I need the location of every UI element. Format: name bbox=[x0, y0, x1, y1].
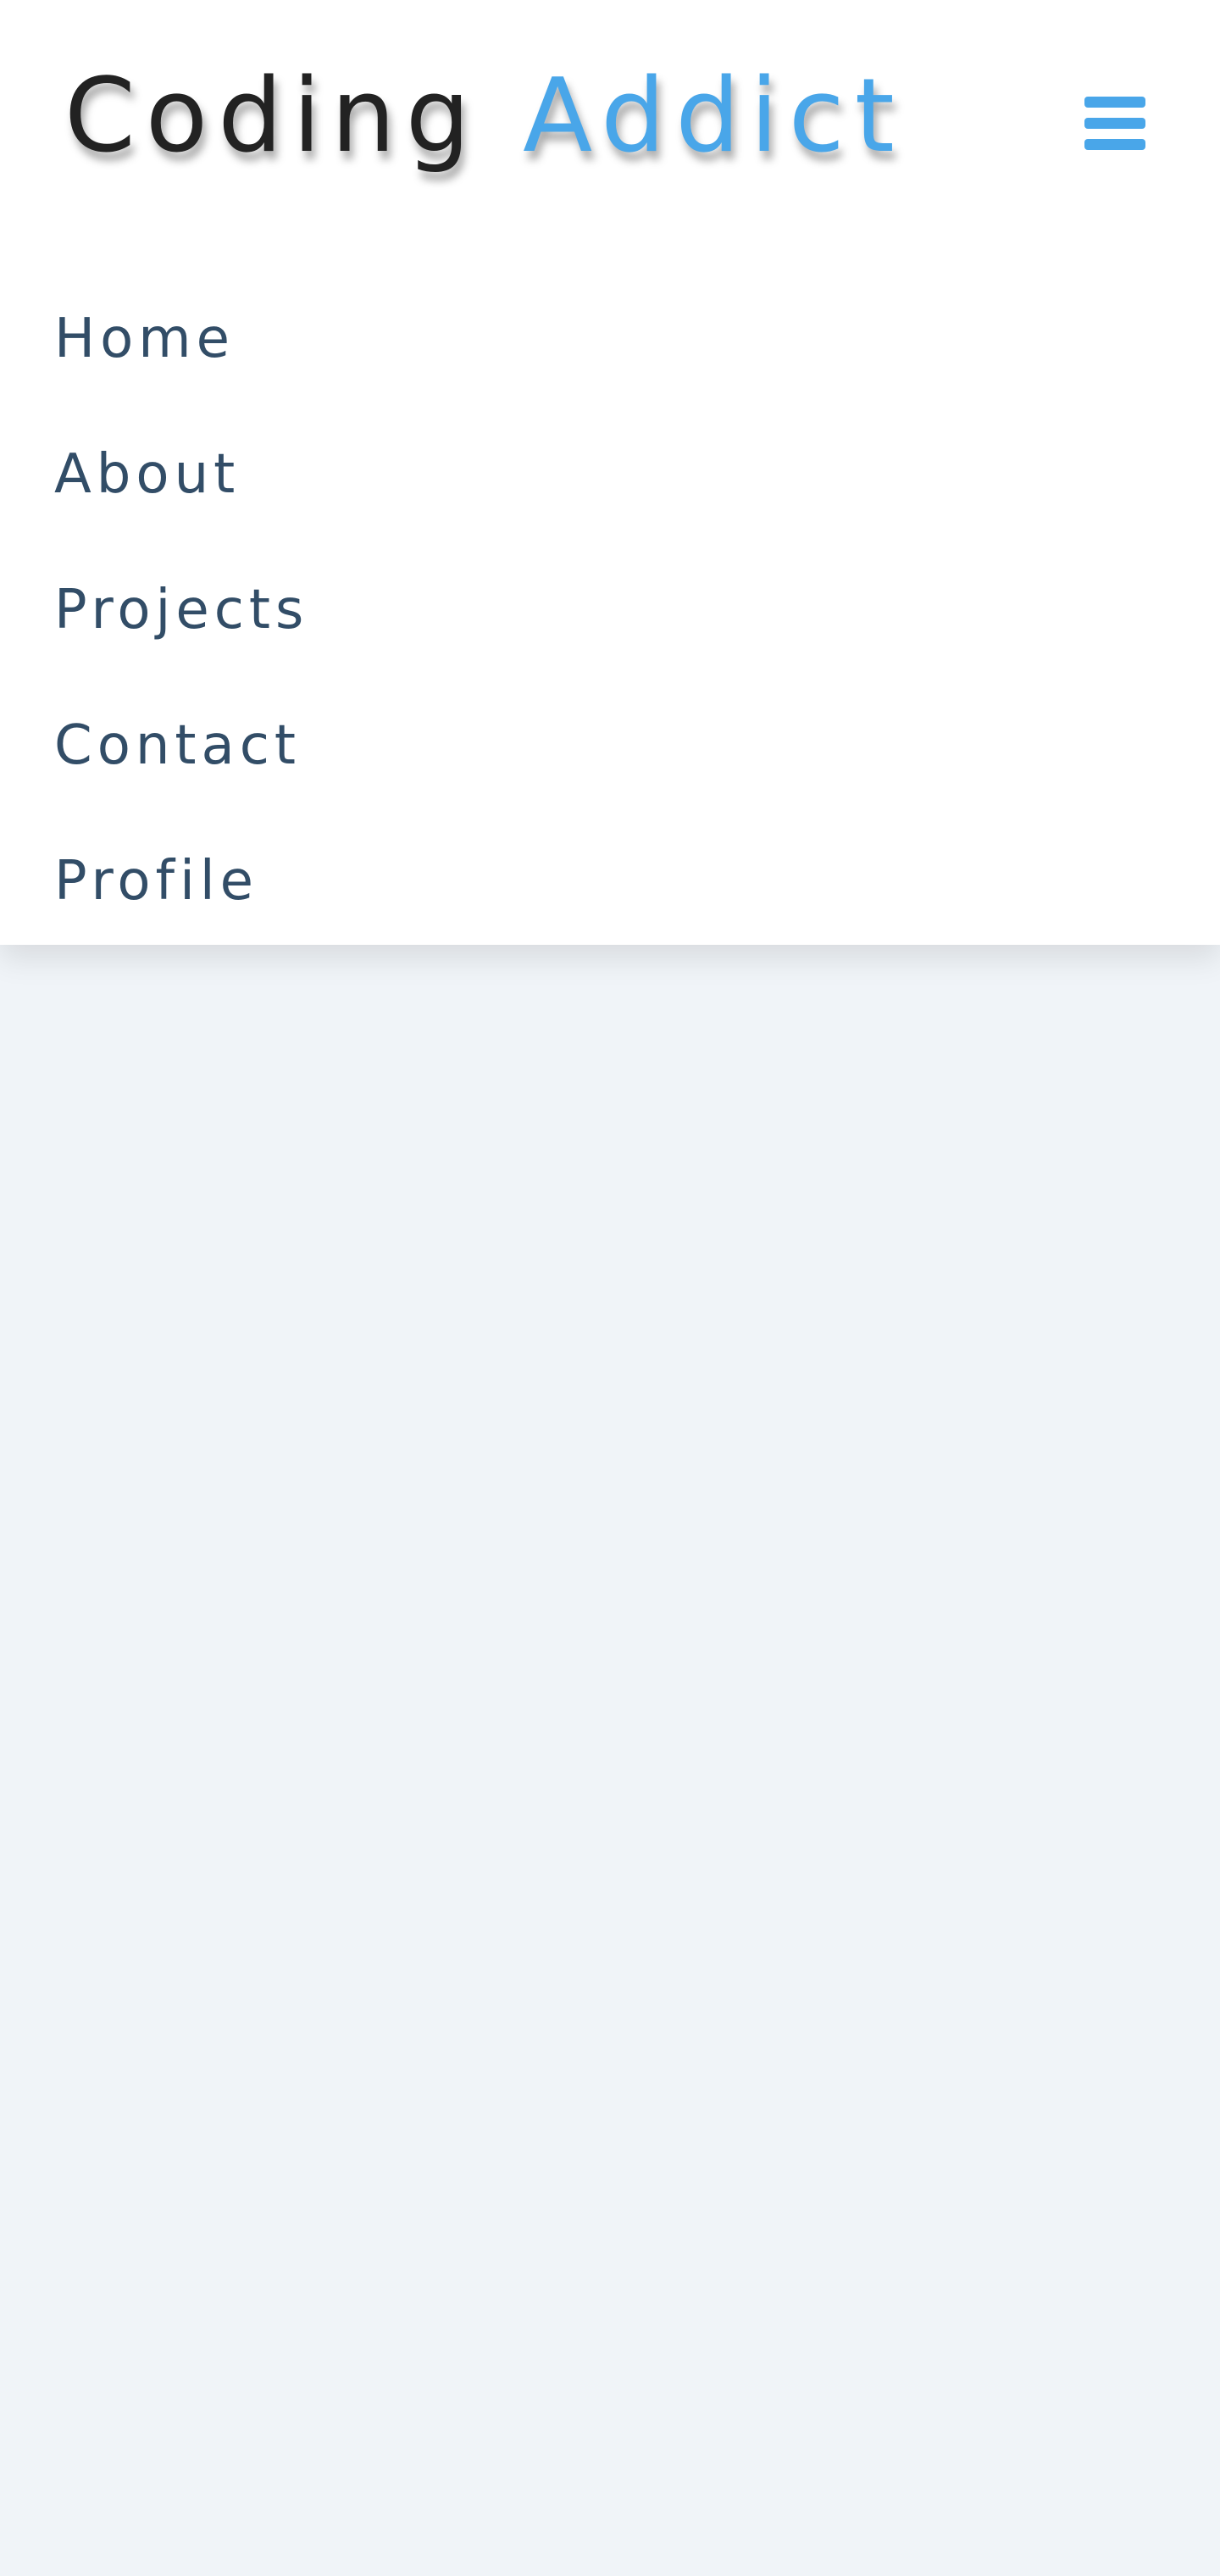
nav-item-contact: Contact bbox=[0, 678, 1220, 813]
logo-accent-text: Addict bbox=[523, 58, 905, 175]
nav-item-about: About bbox=[0, 407, 1220, 542]
hamburger-menu-icon bbox=[1084, 97, 1145, 150]
nav-link-contact[interactable]: Contact bbox=[0, 678, 1220, 813]
nav-link-projects[interactable]: Projects bbox=[0, 542, 1220, 678]
logo-primary-text: Coding bbox=[64, 58, 480, 175]
nav-item-home: Home bbox=[0, 271, 1220, 407]
navbar: Coding Addict Home About Projects Contac… bbox=[0, 0, 1220, 945]
nav-item-profile: Profile bbox=[0, 813, 1220, 949]
nav-link-home[interactable]: Home bbox=[0, 271, 1220, 407]
nav-link-about[interactable]: About bbox=[0, 407, 1220, 542]
site-logo[interactable]: Coding Addict bbox=[64, 56, 905, 178]
nav-header: Coding Addict bbox=[0, 0, 1220, 254]
nav-links: Home About Projects Contact Profile bbox=[0, 271, 1220, 949]
nav-toggle-button[interactable] bbox=[1073, 76, 1157, 169]
nav-link-profile[interactable]: Profile bbox=[0, 813, 1220, 949]
nav-item-projects: Projects bbox=[0, 542, 1220, 678]
